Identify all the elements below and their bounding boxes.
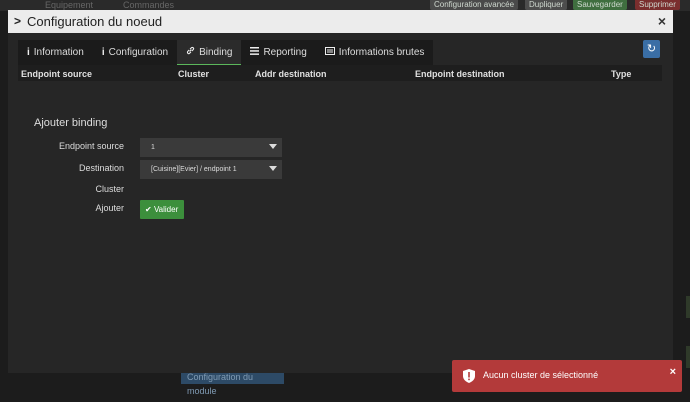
validate-button[interactable]: ✔ Valider [140, 200, 184, 219]
tab-label: Information [33, 47, 84, 58]
col-endpoint-destination: Endpoint destination [415, 69, 505, 79]
endpoint-source-value: 1 [151, 144, 155, 151]
chevron-right-icon: > [14, 14, 22, 28]
node-config-modal: > Configuration du noeud × i Information… [8, 10, 673, 373]
tab-binding[interactable]: Binding [177, 40, 242, 65]
bg-advanced-config-button[interactable]: Configuration avancée [430, 0, 519, 10]
info-icon: i [27, 47, 30, 58]
destination-value: [Cuisine][Evier] / endpoint 1 [151, 166, 237, 173]
check-icon: ✔ [145, 205, 152, 214]
caret-down-icon [269, 144, 277, 149]
tab-raw-info[interactable]: Informations brutes [316, 40, 434, 65]
col-endpoint-source: Endpoint source [21, 69, 93, 79]
tab-label: Binding [199, 46, 233, 58]
validate-label: Valider [153, 205, 179, 214]
tab-label: Configuration [108, 47, 169, 58]
destination-select[interactable]: [Cuisine][Evier] / endpoint 1 [140, 160, 282, 179]
caret-down-icon [269, 166, 277, 171]
binding-table-header: Endpoint source Cluster Addr destination… [18, 65, 662, 81]
col-cluster: Cluster [178, 69, 210, 79]
modal-title: Configuration du noeud [27, 14, 163, 29]
endpoint-source-select[interactable]: 1 [140, 138, 282, 157]
toast-message: Aucun cluster de sélectionné [483, 370, 599, 380]
bg-save-button[interactable]: Sauvegarder [573, 0, 627, 10]
error-toast: Aucun cluster de sélectionné × [452, 360, 682, 392]
destination-label: Destination [78, 163, 124, 173]
info-icon: i [101, 47, 105, 58]
bg-scroll-marker [686, 346, 690, 368]
col-addr-destination: Addr destination [255, 69, 327, 79]
tab-information[interactable]: i Information [18, 40, 93, 65]
modal-header: > Configuration du noeud × [8, 10, 673, 33]
add-label: Ajouter [95, 203, 124, 213]
tab-configuration[interactable]: i Configuration [93, 40, 177, 65]
bg-delete-button[interactable]: Supprimer [635, 0, 680, 10]
close-icon[interactable]: × [658, 13, 666, 29]
shield-warning-icon [463, 369, 475, 386]
tab-reporting[interactable]: Reporting [241, 40, 315, 65]
cluster-label: Cluster [95, 184, 124, 194]
tab-label: Reporting [263, 47, 307, 58]
list-icon [250, 40, 260, 65]
refresh-icon: ↻ [646, 43, 657, 55]
tab-bar: i Information i Configuration Binding Re… [18, 40, 434, 65]
id-card-icon [324, 40, 335, 65]
refresh-button[interactable]: ↻ [643, 40, 660, 58]
col-type: Type [611, 69, 632, 79]
link-icon [186, 40, 195, 65]
toast-close-icon[interactable]: × [670, 366, 676, 378]
tab-label: Informations brutes [338, 47, 425, 58]
bg-scroll-marker [686, 296, 690, 318]
endpoint-source-label: Endpoint source [58, 141, 124, 151]
bg-duplicate-button[interactable]: Dupliquer [525, 0, 568, 10]
add-binding-title: Ajouter binding [34, 117, 108, 129]
modal-body: i Information i Configuration Binding Re… [8, 33, 673, 373]
